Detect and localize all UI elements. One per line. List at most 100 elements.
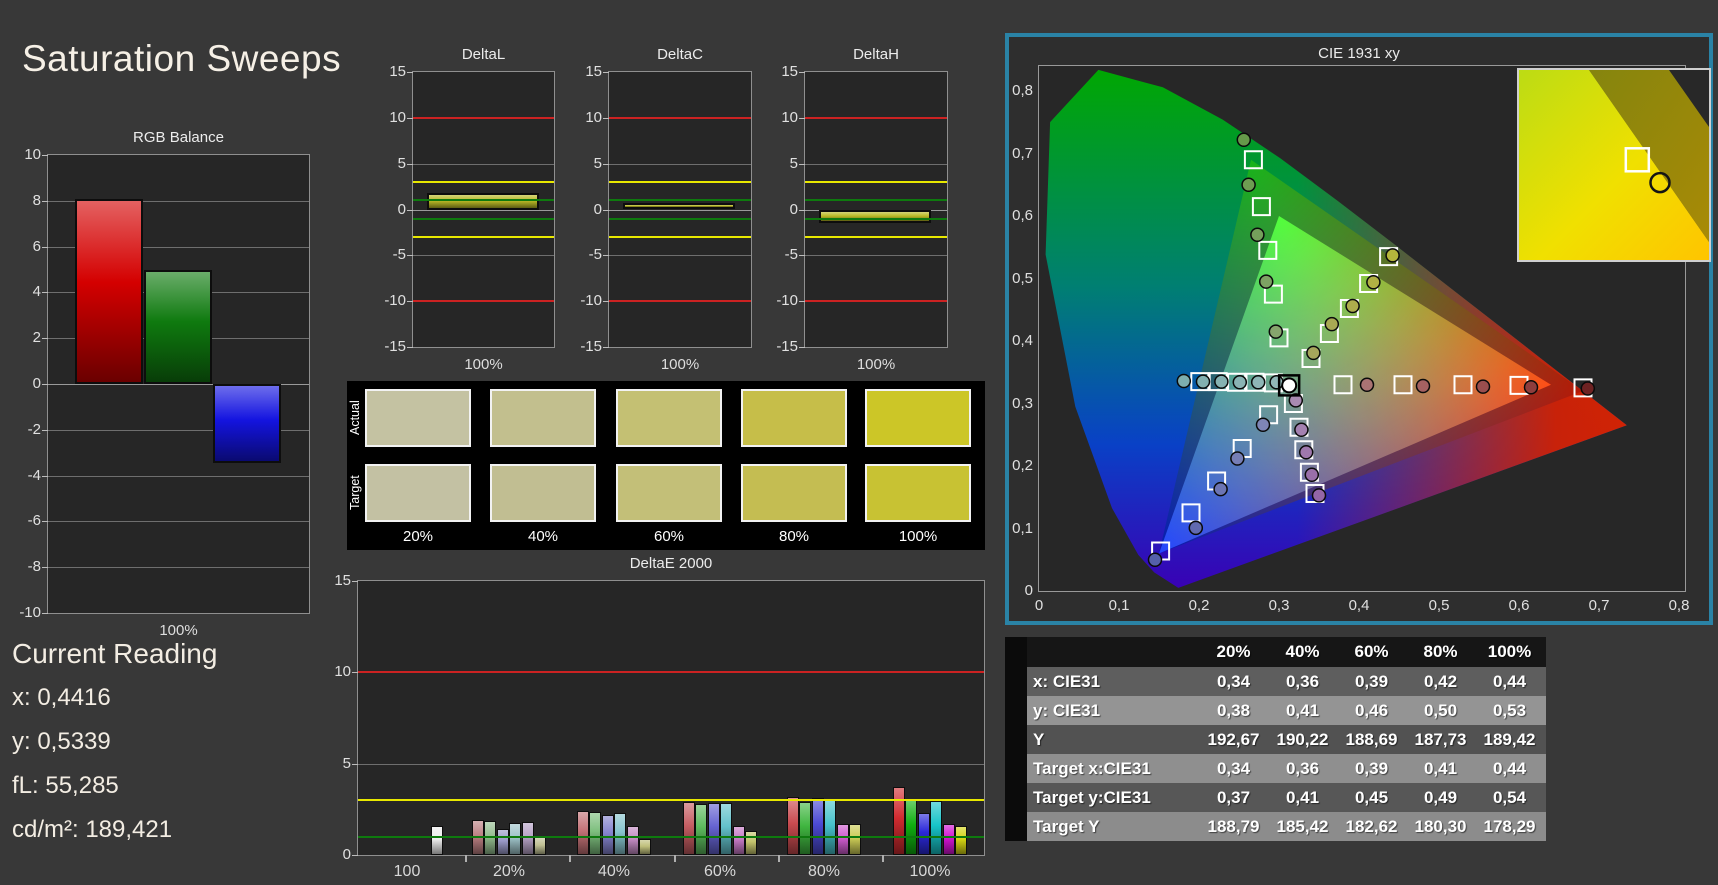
table-row[interactable]: Y 192,67 190,22 188,69 187,73 189,42: [1005, 725, 1546, 754]
delta-l-chart: DeltaL -15 -10 -5 0 5 10 15 100%: [384, 46, 555, 373]
current-reading-title: Current Reading: [12, 638, 218, 669]
y-axis-tick-mark: [42, 475, 48, 477]
table-row-gutter: [1005, 783, 1027, 812]
y-axis-tick-mark: [799, 255, 805, 257]
table-cell-value: 180,30: [1414, 816, 1467, 836]
y-axis-tick-mark: [42, 613, 48, 614]
table-column-header: 40%: [1285, 642, 1320, 661]
page-title: Saturation Sweeps: [22, 38, 342, 79]
cie-x-tick: 0,3: [1268, 597, 1290, 614]
table-row-label: Target x:CIE31: [1033, 758, 1151, 778]
x-axis-group-label: 100: [393, 863, 421, 880]
current-reading-x: x: 0,4416: [12, 684, 111, 711]
y-axis-tick: -15: [776, 338, 798, 355]
calibration-report-page: { "title": "Saturation Sweeps", "current…: [0, 0, 1718, 885]
data-bar: [905, 800, 918, 855]
actual-color-swatch: [616, 389, 722, 447]
data-bar: [431, 825, 443, 855]
blue-measured-marker: [1230, 451, 1245, 466]
limit-line: [413, 181, 554, 183]
y-axis-tick: 5: [593, 154, 602, 172]
table-row[interactable]: Target Y 188,79 185,42 182,62 180,30 178,29: [1005, 812, 1546, 841]
cie-x-tick: 0,6: [1508, 597, 1530, 614]
table-row-gutter: [1005, 696, 1027, 725]
cie-zoom-inset: [1517, 68, 1711, 262]
table-row-gutter: [1005, 725, 1027, 754]
group-separator-tick: [778, 855, 780, 862]
table-row-label: y: CIE31: [1033, 700, 1101, 720]
y-axis-tick: -4: [27, 466, 41, 484]
limit-line: [805, 236, 947, 238]
cie-y-tick: 0,3: [1012, 394, 1033, 412]
y-axis-tick: 15: [389, 63, 406, 80]
y-axis-tick-mark: [799, 209, 805, 211]
blue-measured-marker: [1188, 520, 1204, 536]
y-axis-tick: -2: [27, 420, 41, 438]
cie-y-tick: 0,6: [1012, 207, 1033, 224]
y-axis-tick: -8: [27, 558, 41, 576]
data-bar: [484, 821, 497, 855]
gridline: [413, 163, 554, 165]
green-measured-marker: [1268, 324, 1284, 339]
data-bar: [836, 823, 849, 855]
limit-line: [413, 199, 554, 202]
delta-h-chart: DeltaH -15 -10 -5 0 5 10 15 100%: [776, 46, 948, 373]
limit-line: [413, 300, 554, 303]
table-cell-value: 0,54: [1492, 787, 1527, 807]
target-color-swatch: [490, 464, 596, 522]
gridline: [413, 209, 554, 211]
magenta-measured-marker: [1311, 488, 1327, 503]
chart-title: RGB Balance: [133, 129, 224, 146]
y-axis-tick: -10: [19, 604, 41, 621]
y-axis-tick-mark: [42, 338, 48, 340]
swatch-percent-label: 20%: [402, 528, 434, 545]
y-axis-tick: 0: [789, 200, 798, 218]
table-row-gutter: [1005, 667, 1027, 696]
data-bar: [720, 802, 733, 855]
data-bar: [787, 796, 799, 855]
data-bar: [639, 839, 651, 855]
cie-y-tick: 0,1: [1012, 519, 1033, 537]
table-row-label: x: CIE31: [1033, 671, 1101, 691]
x-axis-label: 100%: [660, 356, 700, 373]
x-axis-group-label: 80%: [807, 863, 841, 880]
table-row[interactable]: Target y:CIE31 0,37 0,41 0,45 0,49 0,54: [1005, 783, 1546, 812]
table-row[interactable]: x: CIE31 0,34 0,36 0,39 0,42 0,44: [1005, 667, 1546, 696]
y-axis-tick: -15: [384, 338, 406, 355]
y-axis-tick: -10: [776, 292, 798, 310]
x-axis-group-label: 100%: [909, 863, 951, 880]
yellow-measured-marker: [1306, 345, 1321, 361]
table-row-label: Target Y: [1033, 816, 1100, 836]
table-column-header: 60%: [1354, 642, 1389, 661]
table-cell-value: 0,53: [1492, 700, 1527, 720]
rgb-balance-chart: RGB Balance -10 -8 -6 -4 -2 0 2 4 6 8 10 100%: [19, 129, 310, 639]
cyan-measured-marker: [1195, 374, 1211, 389]
actual-color-swatch: [741, 389, 847, 447]
red-measured-marker: [1523, 380, 1539, 395]
data-bar: [849, 823, 861, 855]
table-column-header: 20%: [1216, 642, 1251, 661]
table-cell-value: 0,39: [1354, 758, 1389, 778]
cie-x-tick: 0: [1034, 597, 1044, 614]
table-row[interactable]: Target x:CIE31 0,34 0,36 0,39 0,41 0,44: [1005, 754, 1546, 783]
data-bar: [496, 829, 509, 855]
cie-x-tick: 0,2: [1188, 597, 1210, 614]
current-reading-fl: fL: 55,285: [12, 772, 119, 799]
red-measured-marker: [1415, 378, 1431, 394]
data-bar: [732, 825, 745, 855]
data-bar: [707, 802, 720, 855]
gridline: [48, 521, 309, 523]
magenta-measured-marker: [1294, 422, 1309, 437]
cie-y-tick: 0,8: [1012, 82, 1033, 99]
gridline: [358, 763, 984, 765]
data-bar: [811, 798, 824, 855]
yellow-measured-marker: [1385, 248, 1400, 263]
table-row-label: Y: [1033, 729, 1045, 749]
y-axis-tick: 0: [32, 375, 41, 392]
y-axis-tick: 10: [585, 108, 602, 126]
yellow-measured-marker: [1324, 316, 1340, 332]
swatch-percent-label: 100%: [898, 528, 938, 545]
table-row[interactable]: y: CIE31 0,38 0,41 0,46 0,50 0,53: [1005, 696, 1546, 725]
swatch-row-label: Target: [348, 475, 362, 511]
gridline: [805, 255, 947, 257]
